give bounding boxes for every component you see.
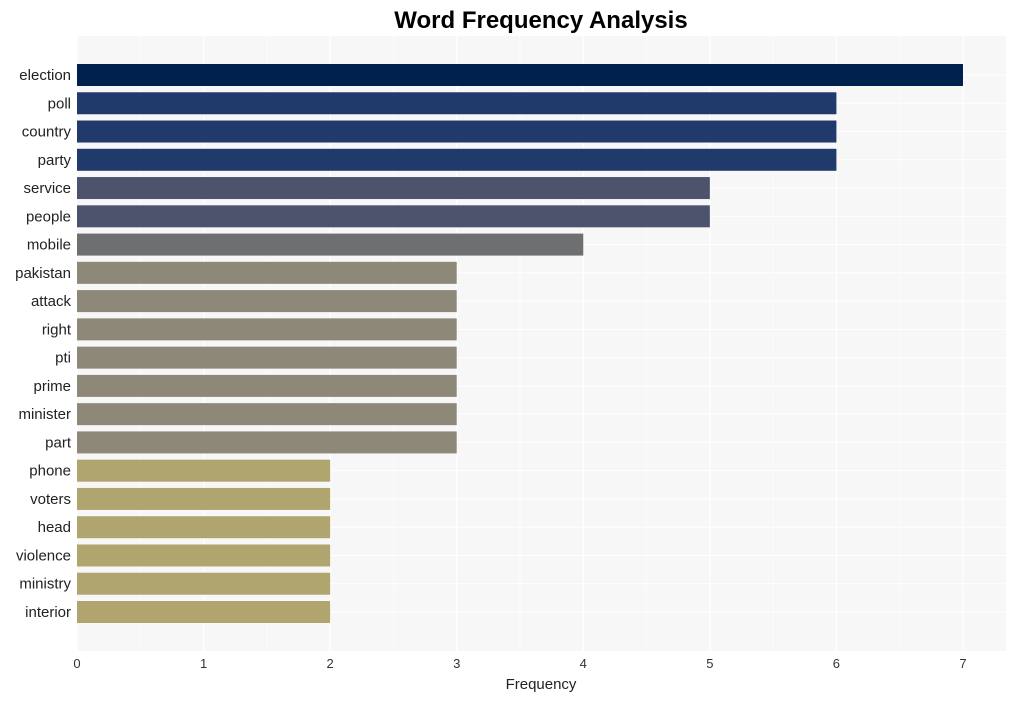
bar-country xyxy=(77,120,837,143)
bar-part xyxy=(77,431,457,454)
bar-election xyxy=(77,64,963,86)
bar-pti xyxy=(77,346,457,369)
y-tick-label-mobile: mobile xyxy=(27,237,71,254)
y-tick-label-service: service xyxy=(23,180,71,197)
bar-phone xyxy=(77,459,331,482)
y-tick-label-minister: minister xyxy=(18,406,71,423)
y-tick-label-voters: voters xyxy=(30,491,71,508)
bar-pakistan xyxy=(77,261,457,284)
y-tick-label-pakistan: pakistan xyxy=(15,265,71,282)
y-tick-label-election: election xyxy=(19,67,71,84)
x-tick-label: 3 xyxy=(453,656,460,671)
bar-people xyxy=(77,205,710,228)
x-tick-label: 5 xyxy=(706,656,713,671)
y-tick-label-interior: interior xyxy=(25,604,71,621)
y-axis-labels: election poll country party service people mob… xyxy=(15,67,72,621)
x-tick-label: 2 xyxy=(327,656,334,671)
y-tick-label-poll: poll xyxy=(48,95,71,112)
bar-poll xyxy=(77,92,837,115)
x-tick-label: 4 xyxy=(580,656,587,671)
x-axis-ticks: 0 1 2 3 4 5 6 7 xyxy=(73,656,966,671)
x-tick-label: 0 xyxy=(73,656,80,671)
bar-service xyxy=(77,177,710,200)
y-tick-label-head: head xyxy=(38,519,71,536)
bar-minister xyxy=(77,403,457,426)
x-axis-label: Frequency xyxy=(506,676,577,693)
bar-party xyxy=(77,148,837,171)
chart: election poll country party service people mob… xyxy=(15,7,1006,693)
y-tick-label-people: people xyxy=(26,208,71,225)
y-tick-label-violence: violence xyxy=(16,547,71,564)
x-tick-label: 1 xyxy=(200,656,207,671)
y-tick-label-ministry: ministry xyxy=(19,576,71,593)
x-tick-label: 7 xyxy=(959,656,966,671)
bar-voters xyxy=(77,487,331,510)
bar-ministry xyxy=(77,572,331,595)
bar-right xyxy=(77,318,457,341)
y-tick-label-prime: prime xyxy=(33,378,71,395)
chart-title: Word Frequency Analysis xyxy=(394,7,687,34)
y-tick-label-country: country xyxy=(22,124,72,141)
bar-interior xyxy=(77,601,331,623)
y-tick-label-attack: attack xyxy=(31,293,72,310)
bar-violence xyxy=(77,544,331,567)
bar-head xyxy=(77,516,331,539)
x-tick-label: 6 xyxy=(833,656,840,671)
bar-mobile xyxy=(77,233,584,256)
y-tick-label-part: part xyxy=(45,434,72,451)
bar-prime xyxy=(77,374,457,397)
y-tick-label-right: right xyxy=(42,321,72,338)
bar-attack xyxy=(77,290,457,313)
y-tick-label-pti: pti xyxy=(55,350,71,367)
y-tick-label-phone: phone xyxy=(29,463,71,480)
y-tick-label-party: party xyxy=(38,152,72,169)
